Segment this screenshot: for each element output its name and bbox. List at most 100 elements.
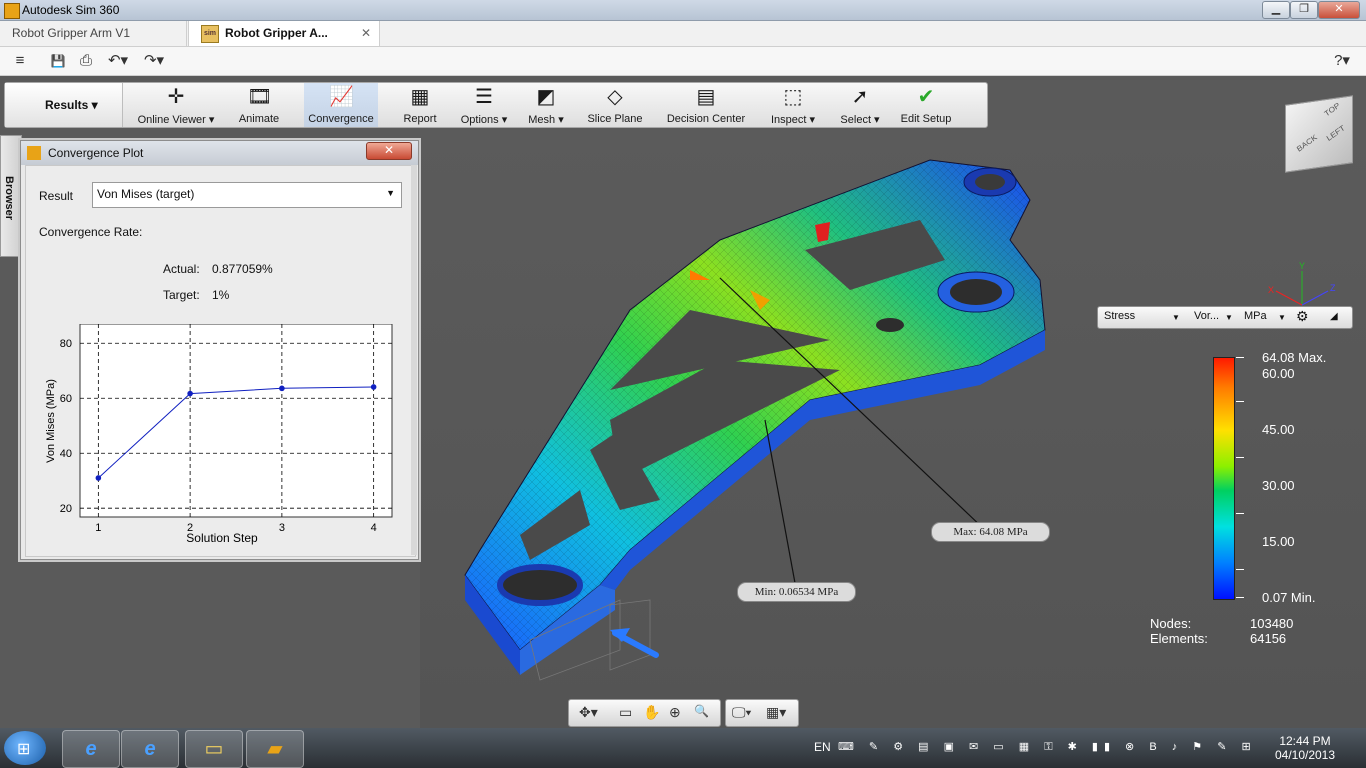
- result-type-select[interactable]: Stress: [1104, 310, 1135, 322]
- dialog-title: Convergence Plot: [48, 146, 144, 160]
- mesh-label: Mesh ▾: [528, 114, 564, 126]
- language-indicator[interactable]: EN: [814, 740, 831, 754]
- dialog-titlebar[interactable]: Convergence Plot ✕: [21, 141, 418, 165]
- taskbar-ie-icon[interactable]: e: [121, 730, 179, 768]
- result-select[interactable]: Von Mises (target) ▼: [92, 182, 402, 208]
- inspect-icon: ⬚: [783, 86, 803, 108]
- convergence-label: Convergence: [308, 113, 374, 125]
- result-label: Result: [39, 189, 74, 203]
- undo-icon[interactable]: ↶▾: [102, 51, 134, 71]
- taskbar-ie-icon[interactable]: e: [62, 730, 120, 768]
- min-stress-callout[interactable]: Min: 0.06534 MPa: [737, 582, 856, 602]
- save-icon[interactable]: 💾: [48, 51, 68, 71]
- chevron-down-icon: ▼: [1172, 313, 1180, 322]
- viewcube-top-face[interactable]: TOP: [1323, 101, 1342, 118]
- collapse-icon[interactable]: ◢: [1330, 311, 1338, 322]
- tab-robot-gripper-active[interactable]: sim Robot Gripper A... ✕: [188, 21, 380, 46]
- viewcube-back-face[interactable]: BACK: [1295, 133, 1318, 154]
- results-menu-button[interactable]: Results ▾: [5, 83, 123, 127]
- options-icon: ☰: [475, 86, 493, 108]
- decision-center-label: Decision Center: [666, 113, 746, 125]
- edit-setup-button[interactable]: ✔ Edit Setup: [897, 83, 955, 127]
- zoom-window-icon[interactable]: 🔍: [694, 704, 709, 718]
- maximize-button[interactable]: ❐: [1290, 1, 1318, 19]
- convergence-icon: 📈: [329, 86, 354, 108]
- mesh-button[interactable]: ◩ Mesh ▾: [522, 83, 570, 127]
- legend-max-label: 64.08 Max.: [1262, 350, 1327, 365]
- online-viewer-button[interactable]: ✛ Online Viewer ▾: [135, 83, 217, 127]
- report-icon: ▦: [410, 86, 430, 108]
- plot-area: [79, 324, 393, 518]
- start-button[interactable]: ⊞: [4, 731, 46, 765]
- view-icon[interactable]: ▭: [619, 704, 632, 721]
- inspect-button[interactable]: ⬚ Inspect ▾: [767, 83, 819, 127]
- window-titlebar: Autodesk Sim 360 ▁ ❐ ✕: [0, 0, 1366, 21]
- y-tick-label: 60: [60, 393, 72, 405]
- online-viewer-label: Online Viewer ▾: [137, 114, 215, 126]
- legend-tick-label: 30.00: [1262, 478, 1295, 493]
- minimize-button[interactable]: ▁: [1262, 1, 1290, 19]
- sim-file-icon: sim: [201, 24, 219, 43]
- y-axis-label: Von Mises (MPa): [45, 379, 57, 463]
- actual-value: 0.877059%: [212, 262, 273, 276]
- slice-plane-label: Slice Plane: [587, 113, 643, 125]
- orbit-icon[interactable]: ✥▾: [579, 704, 598, 721]
- legend-min-label: 0.07 Min.: [1262, 590, 1316, 605]
- clock-date: 04/10/2013: [1274, 748, 1336, 762]
- target-value: 1%: [212, 288, 230, 302]
- taskbar-sim360-icon[interactable]: ▰: [246, 730, 304, 768]
- close-window-button[interactable]: ✕: [1318, 1, 1360, 19]
- tab-label: Robot Gripper A...: [225, 26, 328, 40]
- close-dialog-button[interactable]: ✕: [366, 142, 412, 160]
- component-select[interactable]: Vor...: [1194, 310, 1219, 322]
- max-stress-callout[interactable]: Max: 64.08 MPa: [931, 522, 1050, 542]
- data-point: [187, 390, 193, 397]
- report-button[interactable]: ▦ Report: [394, 83, 446, 127]
- display-settings-icon[interactable]: 🖵▾: [732, 704, 751, 721]
- elements-value: 64156: [1250, 631, 1287, 646]
- system-clock[interactable]: 12:44 PM 04/10/2013: [1270, 734, 1340, 762]
- tray-icons[interactable]: ⌨ ✎ ⚙ ▤ ▣ ✉ ▭ ▦ ⚿ ✱ ▮▮ ⊗ B ♪ ⚑ ✎ ⊞: [838, 740, 1257, 754]
- elements-label: Elements:: [1150, 631, 1208, 646]
- export-icon[interactable]: ⎙: [76, 51, 96, 71]
- browser-panel-tab[interactable]: Browser: [0, 135, 22, 257]
- select-button[interactable]: ➚ Select ▾: [837, 83, 883, 127]
- inspect-label: Inspect ▾: [770, 114, 816, 126]
- x-tick-label: 3: [279, 522, 285, 534]
- zoom-icon[interactable]: ⊕: [669, 704, 681, 721]
- ribbon-toolbar: Results ▾ ✛ Online Viewer ▾ 🎞 Animate 📈 …: [4, 82, 988, 128]
- pan-icon[interactable]: ✋: [643, 704, 660, 721]
- convergence-plot-dialog: Convergence Plot ✕ Result Von Mises (tar…: [20, 140, 419, 560]
- slice-plane-button[interactable]: ◇ Slice Plane: [584, 83, 646, 127]
- convergence-button[interactable]: 📈 Convergence: [304, 83, 378, 127]
- convergence-chart: 20406080 1234 Solution Step Von Mises (M…: [45, 324, 393, 545]
- options-button[interactable]: ☰ Options ▾: [458, 83, 510, 127]
- gear-icon[interactable]: ⚙: [1296, 308, 1309, 325]
- grid-icon[interactable]: ▦▾: [766, 704, 786, 721]
- windows-taskbar: ⊞ e e ▭ ▰ EN ⌨ ✎ ⚙ ▤ ▣ ✉ ▭ ▦ ⚿ ✱ ▮▮ ⊗ B …: [0, 728, 1366, 768]
- redo-icon[interactable]: ↷▾: [138, 51, 170, 71]
- window-title: Autodesk Sim 360: [22, 3, 120, 17]
- results-control-bar: Stress ▼ Vor... ▼ MPa ▼ ⚙ ◢: [1097, 306, 1353, 329]
- stress-legend-bar: [1213, 357, 1235, 600]
- clock-time: 12:44 PM: [1279, 734, 1331, 748]
- tab-robot-gripper-arm-v1[interactable]: Robot Gripper Arm V1: [0, 21, 187, 46]
- y-tick-label: 80: [60, 338, 72, 350]
- options-label: Options ▾: [460, 114, 508, 126]
- taskbar-explorer-icon[interactable]: ▭: [185, 730, 243, 768]
- animate-button[interactable]: 🎞 Animate: [231, 83, 287, 127]
- view-cube[interactable]: BACK LEFT TOP: [1285, 95, 1353, 173]
- dialog-body: Result Von Mises (target) ▼ Convergence …: [25, 165, 416, 557]
- navigation-bar: ✥▾ ▭ ✋ ⊕ 🔍: [568, 699, 721, 727]
- checkmark-icon: ✔: [917, 86, 935, 108]
- help-icon[interactable]: ?▾: [1326, 51, 1358, 71]
- decision-center-button[interactable]: ▤ Decision Center: [662, 83, 750, 127]
- chevron-down-icon: ▼: [1278, 313, 1286, 322]
- unit-select[interactable]: MPa: [1244, 310, 1267, 322]
- viewcube-left-face[interactable]: LEFT: [1325, 123, 1346, 142]
- close-tab-icon[interactable]: ✕: [361, 21, 371, 46]
- menu-icon[interactable]: ≡: [10, 51, 30, 71]
- dialog-scrollbar[interactable]: [411, 165, 417, 555]
- browser-tab-label: Browser: [3, 176, 15, 221]
- result-select-value: Von Mises (target): [97, 187, 195, 201]
